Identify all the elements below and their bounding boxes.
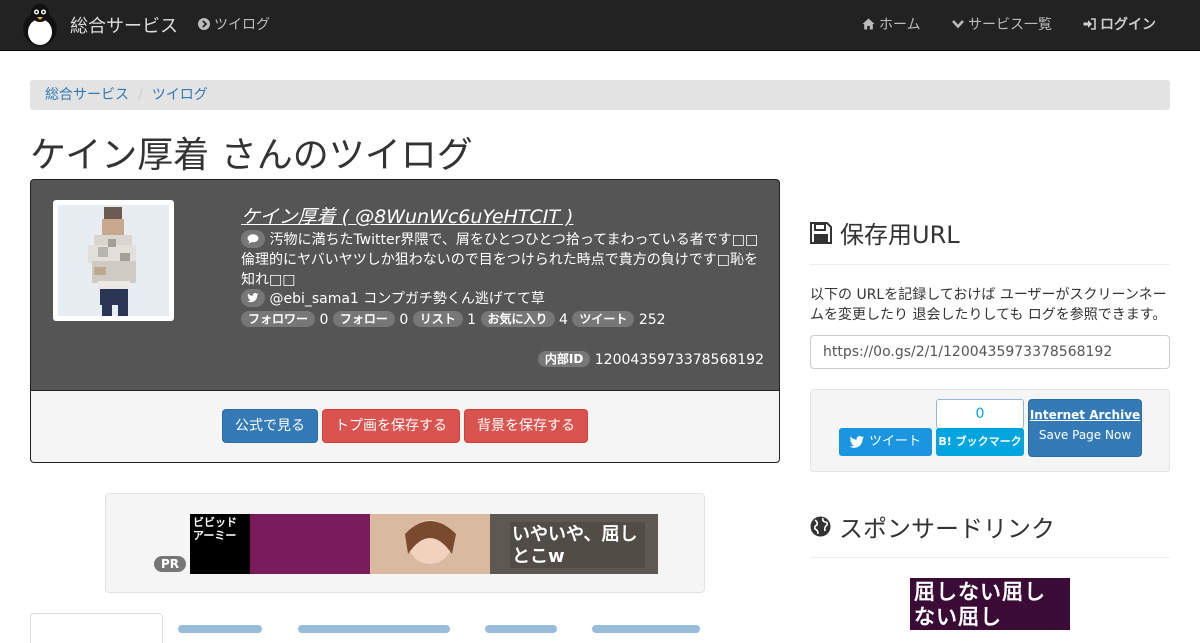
pr-badge: PR — [154, 556, 187, 572]
save-url-heading-text: 保存用URL — [840, 221, 960, 249]
sidebar-ad[interactable]: 屈しない屈しない屈し — [910, 578, 1070, 630]
twitter-icon — [241, 289, 265, 307]
hatena-bookmark-button[interactable]: B! ブックマーク — [936, 428, 1024, 456]
save-icon-button[interactable]: トプ画を保存する — [322, 409, 460, 443]
breadcrumb: 総合サービス / ツイログ — [30, 80, 1170, 110]
profile-panel: ケイン厚着 ( @8WunWc6uYeHTCIT ) 汚物に満ちたTwitter… — [30, 179, 780, 390]
latest-tweet-line: @ebi_sama1 コンプガチ勢くん逃げてて草 — [241, 289, 545, 309]
stat-tweets-label: ツイート — [572, 311, 635, 327]
page-title: ケイン厚着 さんのツイログ — [30, 135, 473, 176]
archive-subtitle: Save Page Now — [1038, 428, 1132, 442]
stat-tweets-value: 252 — [638, 312, 666, 328]
nav-tweetlog-link[interactable]: ツイログ — [198, 0, 270, 50]
user-bio-text: 汚物に満ちたTwitter界隈で、屑をひとつひとつ拾ってまわっている者です□□倫… — [241, 232, 759, 288]
hatena-bookmark-count: 0 — [936, 399, 1024, 429]
nav-services-label: サービス一覧 — [968, 17, 1052, 33]
internal-id-label: 内部ID — [537, 351, 591, 367]
sign-in-icon — [1083, 0, 1096, 50]
globe-icon — [810, 516, 831, 537]
pr-ad-box: PR ビビッドアーミー いやいや、屈しとこw — [105, 493, 705, 593]
nav-login-link[interactable]: ログイン — [1083, 0, 1156, 50]
view-official-button[interactable]: 公式で見る — [222, 409, 318, 443]
avatar-image — [58, 205, 169, 316]
user-profile-link[interactable]: ケイン厚着 ( @8WunWc6uYeHTCIT ) — [241, 202, 573, 229]
profile-actions: 公式で見る トプ画を保存する 背景を保存する — [30, 390, 780, 463]
internet-archive-button[interactable]: Internet Archive Save Page Now — [1028, 399, 1142, 457]
banner-main-text: いやいや、屈しとこw — [512, 524, 638, 567]
nav-home-label: ホーム — [879, 17, 921, 33]
sponsored-heading-text: スポンサードリンク — [839, 515, 1055, 543]
save-url-heading: 保存用URL — [810, 215, 960, 250]
tab-item[interactable] — [485, 625, 557, 633]
user-bio: 汚物に満ちたTwitter界隈で、屑をひとつひとつ拾ってまわっている者です□□倫… — [241, 230, 763, 290]
internal-id: 内部ID 1200435973378568192 — [537, 350, 764, 370]
stat-followers-label: フォロワー — [241, 311, 316, 327]
top-navbar: 総合サービス ツイログ ホーム サービス一覧 ログイン — [0, 0, 1200, 51]
sponsored-heading: スポンサードリンク — [810, 509, 1055, 544]
archive-title: Internet Archive — [1029, 408, 1141, 422]
stat-favorites-value: 4 — [559, 312, 568, 328]
stat-followers-value: 0 — [319, 312, 329, 328]
tab-active[interactable] — [30, 613, 163, 643]
tab-item[interactable] — [298, 625, 450, 633]
twitter-bird-icon — [849, 436, 865, 448]
latest-tweet-text: @ebi_sama1 コンプガチ勢くん逃げてて草 — [269, 291, 545, 307]
nav-home-link[interactable]: ホーム — [862, 0, 921, 50]
breadcrumb-item-tweetlog[interactable]: ツイログ — [152, 87, 208, 103]
divider — [810, 264, 1170, 265]
chevron-down-icon — [952, 0, 964, 50]
breadcrumb-separator: / — [138, 87, 143, 103]
nav-login-label: ログイン — [1100, 17, 1156, 33]
tab-item[interactable] — [178, 625, 262, 633]
nav-services-dropdown[interactable]: サービス一覧 — [952, 0, 1052, 50]
speech-bubble-icon — [241, 230, 265, 248]
home-icon — [862, 0, 875, 50]
divider — [810, 557, 1170, 558]
brand-link[interactable]: 総合サービス — [20, 3, 178, 47]
tweet-button-label: ツイート — [869, 434, 922, 449]
user-stats: フォロワー 0 フォロー 0 リスト 1 お気に入り 4 ツイート 252 — [241, 310, 666, 330]
floppy-disk-icon — [810, 221, 832, 244]
brand-text: 総合サービス — [70, 16, 178, 37]
banner-left-text: ビビッドアーミー — [193, 516, 237, 542]
tab-item[interactable] — [592, 625, 700, 633]
ad-banner[interactable]: ビビッドアーミー いやいや、屈しとこw — [190, 514, 658, 574]
internal-id-value: 1200435973378568192 — [594, 352, 764, 368]
save-url-field[interactable]: https://0o.gs/2/1/1200435973378568192 — [810, 335, 1170, 369]
sidebar-ad-text: 屈しない屈しない屈し — [914, 580, 1046, 629]
share-buttons: ツイート 0 B! ブックマーク Internet Archive Save P… — [810, 389, 1170, 472]
save-background-button[interactable]: 背景を保存する — [464, 409, 588, 443]
penguin-logo-icon — [23, 4, 57, 46]
stat-lists-label: リスト — [412, 311, 463, 327]
nav-tweetlog-label: ツイログ — [214, 17, 270, 33]
stat-favorites-label: お気に入り — [480, 311, 555, 327]
avatar[interactable] — [53, 200, 174, 321]
chevron-circle-right-icon — [198, 0, 210, 50]
tweet-button[interactable]: ツイート — [839, 428, 932, 456]
breadcrumb-item-home[interactable]: 総合サービス — [45, 87, 129, 103]
stat-lists-value: 1 — [467, 312, 477, 328]
save-url-note: 以下の URLを記録しておけば ユーザーがスクリーンネームを変更したり 退会した… — [810, 287, 1167, 323]
content-tabs — [30, 613, 780, 643]
stat-following-label: フォロー — [332, 311, 395, 327]
stat-following-value: 0 — [399, 312, 409, 328]
